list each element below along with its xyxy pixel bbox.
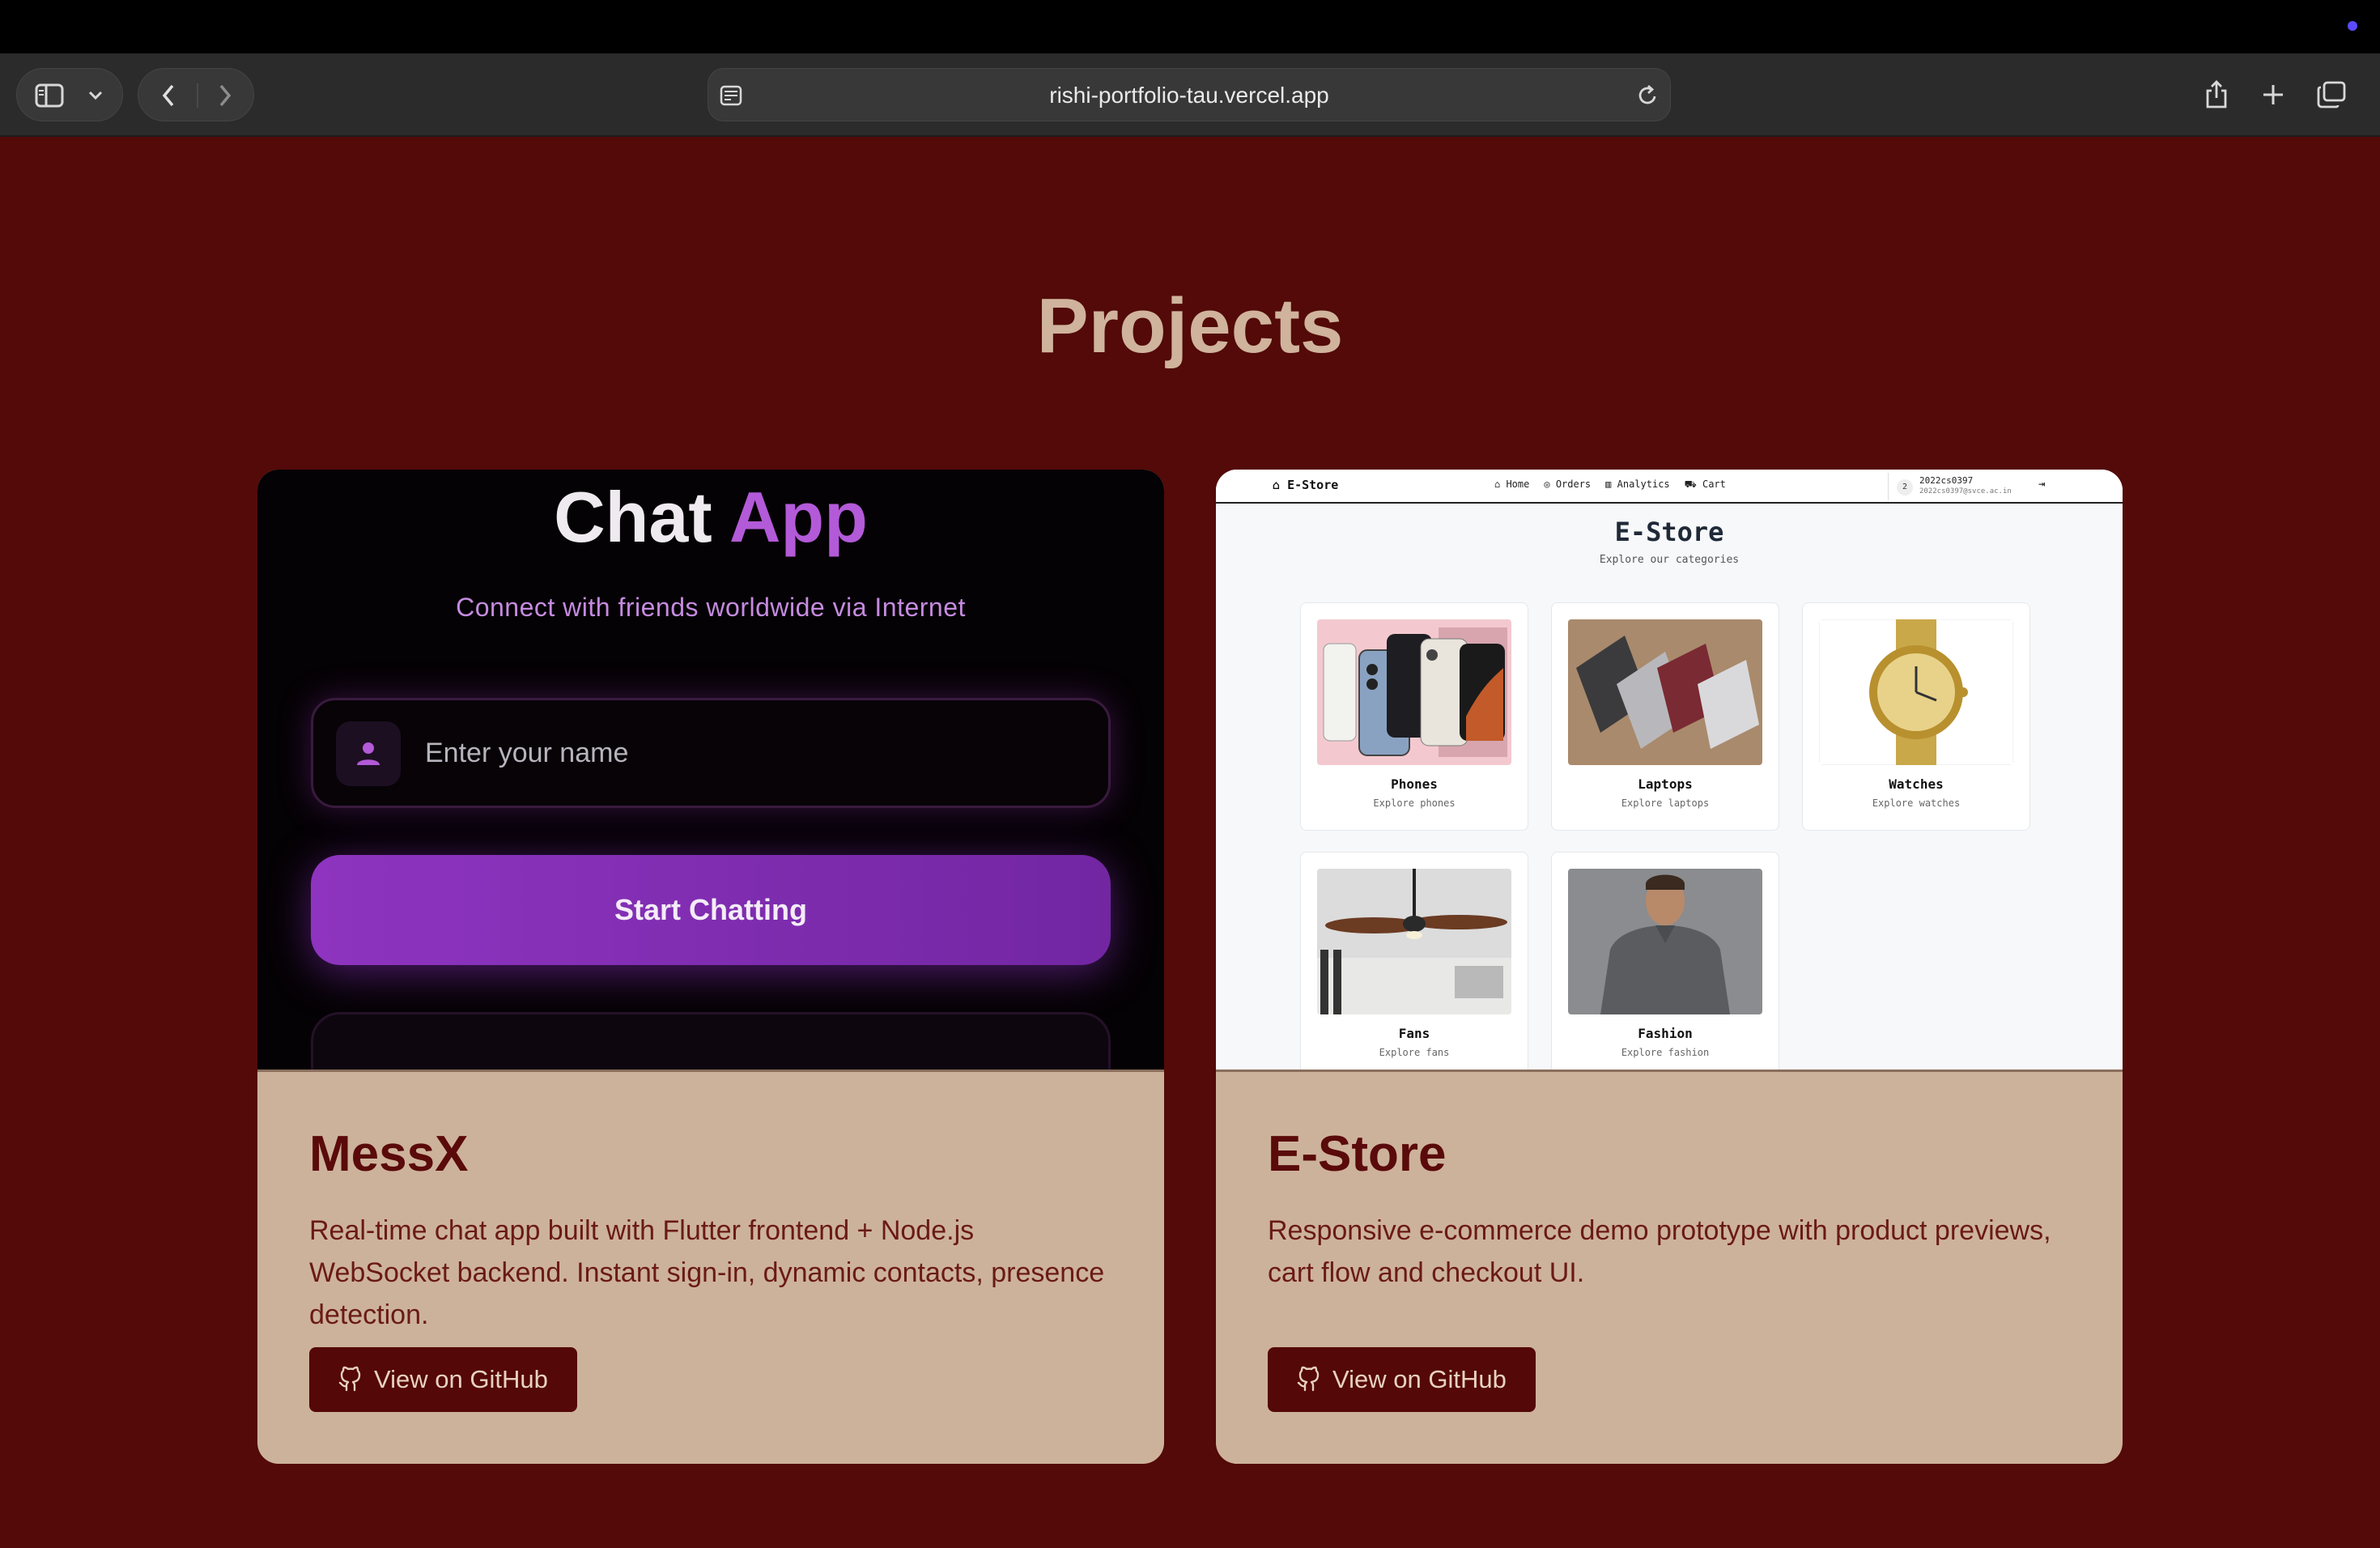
- chat-app-title-part2: App: [729, 477, 868, 557]
- user-id: 2022cs0397: [1919, 475, 1974, 486]
- fans-image: [1317, 869, 1511, 1014]
- github-icon: [338, 1366, 361, 1392]
- start-chatting-button: Start Chatting: [311, 855, 1111, 965]
- tab-overview-icon[interactable]: [2306, 68, 2357, 121]
- github-button-label: View on GitHub: [1332, 1365, 1507, 1393]
- back-arrow-icon[interactable]: [156, 69, 181, 122]
- sidebar-toggle-icon[interactable]: [33, 69, 66, 122]
- address-bar[interactable]: rishi-portfolio-tau.vercel.app: [708, 68, 1671, 121]
- category-caption: Explore watches: [1872, 797, 1961, 809]
- system-menu-bar: [0, 0, 2380, 53]
- view-on-github-button[interactable]: View on GitHub: [1268, 1347, 1536, 1412]
- user-icon: [336, 721, 401, 786]
- category-name: Laptops: [1638, 776, 1693, 792]
- estore-heading: E-Store: [1614, 517, 1724, 547]
- chat-app-subtitle: Connect with friends worldwide via Inter…: [456, 593, 966, 622]
- forward-arrow-icon[interactable]: [213, 69, 237, 122]
- github-button-label: View on GitHub: [374, 1365, 548, 1393]
- chat-app-title: Chat App: [257, 476, 1164, 559]
- laptops-image: [1568, 619, 1762, 765]
- estore-subheading: Explore our categories: [1599, 554, 1740, 566]
- phones-image: [1317, 619, 1511, 765]
- project-title: E-Store: [1268, 1126, 1447, 1182]
- category-caption: Explore laptops: [1621, 797, 1710, 809]
- category-caption: Explore fans: [1379, 1047, 1450, 1058]
- chat-secondary-panel: [311, 1012, 1111, 1070]
- project-preview-estore: ⌂ E-Store ⌂ Home ◎ Orders ▥ Analytics ⛟ …: [1216, 470, 2123, 1072]
- section-title: Projects: [1036, 283, 1344, 369]
- store-icon: ⌂: [1273, 478, 1288, 492]
- view-on-github-button[interactable]: View on GitHub: [309, 1347, 577, 1412]
- start-chatting-label: Start Chatting: [614, 893, 807, 926]
- user-email: 2022cs0397@svce.ac.in: [1919, 487, 2012, 495]
- chat-name-placeholder: Enter your name: [425, 738, 629, 768]
- github-icon: [1297, 1366, 1320, 1392]
- category-card-fans: Fans Explore fans: [1300, 852, 1528, 1070]
- estore-nav-orders: ◎ Orders: [1544, 478, 1592, 490]
- estore-nav-home: ⌂ Home: [1494, 478, 1530, 490]
- category-caption: Explore fashion: [1621, 1047, 1710, 1058]
- project-description: Responsive e-commerce demo prototype wit…: [1268, 1215, 2051, 1288]
- project-card-estore: ⌂ E-Store ⌂ Home ◎ Orders ▥ Analytics ⛟ …: [1216, 470, 2123, 1464]
- estore-brand: ⌂ E-Store: [1273, 478, 1338, 492]
- chevron-down-icon[interactable]: [83, 69, 108, 122]
- project-title: MessX: [309, 1126, 469, 1182]
- category-name: Fans: [1398, 1026, 1430, 1041]
- estore-nav-analytics: ▥ Analytics: [1605, 478, 1670, 490]
- category-name: Watches: [1889, 776, 1944, 792]
- share-icon[interactable]: [2191, 68, 2242, 121]
- watches-image: [1819, 619, 2013, 765]
- browser-toolbar: rishi-portfolio-tau.vercel.app: [0, 53, 2380, 137]
- estore-user-info: 2 2022cs0397 2022cs0397@svce.ac.in: [1888, 473, 2034, 500]
- category-card-phones: Phones Explore phones: [1300, 602, 1528, 831]
- avatar: 2: [1897, 479, 1913, 495]
- url-text[interactable]: rishi-portfolio-tau.vercel.app: [708, 69, 1670, 122]
- project-preview-chat-app: Chat App Connect with friends worldwide …: [257, 470, 1164, 1072]
- category-card-watches: Watches Explore watches: [1802, 602, 2030, 831]
- chat-app-title-part1: Chat: [554, 477, 712, 557]
- estore-navbar: ⌂ E-Store ⌂ Home ◎ Orders ▥ Analytics ⛟ …: [1216, 470, 2123, 504]
- recording-indicator-icon: [2348, 21, 2357, 31]
- category-card-fashion: Fashion Explore fashion: [1551, 852, 1779, 1070]
- fashion-image: [1568, 869, 1762, 1014]
- category-name: Phones: [1391, 776, 1438, 792]
- chat-name-input: Enter your name: [311, 698, 1111, 808]
- new-tab-icon[interactable]: [2247, 68, 2299, 121]
- category-name: Fashion: [1638, 1026, 1693, 1041]
- logout-icon: ⇥: [2038, 478, 2046, 491]
- estore-nav-cart: ⛟ Cart: [1684, 478, 1726, 490]
- category-caption: Explore phones: [1373, 797, 1456, 809]
- sidebar-controls: [16, 68, 123, 121]
- project-card-messx: Chat App Connect with friends worldwide …: [257, 470, 1164, 1464]
- reload-icon[interactable]: [1638, 69, 1659, 122]
- estore-brand-label: E-Store: [1287, 478, 1339, 492]
- project-description: Real-time chat app built with Flutter fr…: [309, 1215, 1105, 1330]
- estore-nav-links: ⌂ Home ◎ Orders ▥ Analytics ⛟ Cart: [1494, 478, 1726, 491]
- nav-divider: [197, 83, 198, 108]
- category-card-laptops: Laptops Explore laptops: [1551, 602, 1779, 831]
- navigation-controls: [138, 68, 254, 121]
